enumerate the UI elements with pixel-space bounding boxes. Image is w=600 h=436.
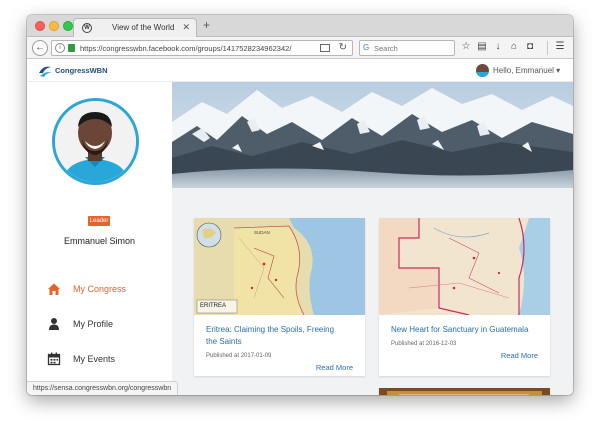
post-title[interactable]: Eritrea: Claiming the Spoils, Freeing th… xyxy=(206,324,334,348)
close-window-button[interactable] xyxy=(35,21,45,31)
hamburger-menu-icon[interactable]: ☰ xyxy=(554,41,566,52)
map-title: ERITREA xyxy=(200,303,226,309)
download-icon[interactable]: ↓ xyxy=(492,41,504,52)
read-more-link[interactable]: Read More xyxy=(501,351,538,360)
hero-mountain-image xyxy=(172,82,573,188)
zoom-window-button[interactable] xyxy=(63,21,73,31)
search-icon: G xyxy=(363,43,370,52)
sidebar-item-label: My Profile xyxy=(73,319,114,329)
minimize-window-button[interactable] xyxy=(49,21,59,31)
back-button[interactable]: ← xyxy=(32,40,48,56)
sidebar: Leader Emmanuel Simon My Congress My Pro… xyxy=(27,82,172,395)
tab-close-icon[interactable]: ✕ xyxy=(182,22,190,33)
main-content: ERITREA SUDAN Eritrea: Claiming the Spoi… xyxy=(172,82,573,395)
eritrea-map-image: ERITREA SUDAN xyxy=(194,218,365,315)
search-placeholder: Search xyxy=(374,44,398,53)
toolbar-divider xyxy=(547,41,548,55)
post-date: Published at 2017-01-09 xyxy=(206,353,272,359)
sidebar-item-my-congress[interactable]: My Congress xyxy=(47,282,167,298)
post-title[interactable]: New Heart for Sanctuary in Guatemala xyxy=(391,324,528,336)
chevron-down-icon: ▾ xyxy=(556,66,561,75)
avatar[interactable] xyxy=(476,64,489,77)
url-text[interactable]: https://congresswbn.facebook.com/groups/… xyxy=(80,44,291,53)
wordpress-icon: W xyxy=(82,23,92,33)
profile-photo xyxy=(52,98,139,185)
home-icon xyxy=(48,283,60,295)
reload-icon[interactable]: ↻ xyxy=(339,42,347,53)
post-card[interactable] xyxy=(379,388,550,395)
lock-icon xyxy=(68,44,75,52)
info-icon[interactable]: i xyxy=(55,43,65,53)
person-icon xyxy=(49,318,59,330)
new-tab-button[interactable]: + xyxy=(203,18,210,32)
logo-text[interactable]: CongressWBN xyxy=(55,66,108,75)
sidebar-item-label: My Congress xyxy=(73,284,127,294)
guatemala-map-image xyxy=(379,218,550,315)
user-greeting[interactable]: Hello, Emmanuel ▾ xyxy=(493,66,560,75)
sidebar-item-label: My Events xyxy=(73,354,116,364)
tab-title: View of the World xyxy=(112,23,175,32)
post-card[interactable]: ERITREA SUDAN Eritrea: Claiming the Spoi… xyxy=(194,218,365,376)
status-bar-url: https://sensa.congresswbn.org/congresswb… xyxy=(27,381,179,395)
calendar-icon xyxy=(47,352,61,366)
browser-tab[interactable]: W View of the World ✕ xyxy=(73,18,197,37)
pocket-icon[interactable]: ◘ xyxy=(524,41,536,52)
logo-icon[interactable] xyxy=(37,63,53,79)
tab-strip: W View of the World ✕ + xyxy=(27,15,573,37)
sidebar-item-my-profile[interactable]: My Profile xyxy=(47,317,167,333)
site-header: CongressWBN Hello, Emmanuel ▾ xyxy=(27,60,573,82)
role-badge: Leader xyxy=(88,216,110,226)
post-card[interactable]: New Heart for Sanctuary in Guatemala Pub… xyxy=(379,218,550,376)
sidebar-item-my-events[interactable]: My Events xyxy=(47,352,167,368)
url-bar[interactable]: i https://congresswbn.facebook.com/group… xyxy=(51,40,353,56)
reader-view-icon[interactable] xyxy=(320,44,330,52)
browser-window: W View of the World ✕ + ← i https://cong… xyxy=(27,15,573,395)
navigation-bar: ← i https://congresswbn.facebook.com/gro… xyxy=(27,37,573,59)
map-label: SUDAN xyxy=(254,230,270,235)
read-more-link[interactable]: Read More xyxy=(316,363,353,372)
post-date: Published at 2016-12-03 xyxy=(391,341,457,347)
bookmark-star-icon[interactable]: ☆ xyxy=(460,41,472,52)
search-input[interactable]: G Search xyxy=(359,40,455,56)
bookmarks-library-icon[interactable]: ▤ xyxy=(476,41,488,52)
home-icon[interactable]: ⌂ xyxy=(508,41,520,52)
post-image xyxy=(379,388,550,395)
profile-name: Emmanuel Simon xyxy=(63,236,136,246)
